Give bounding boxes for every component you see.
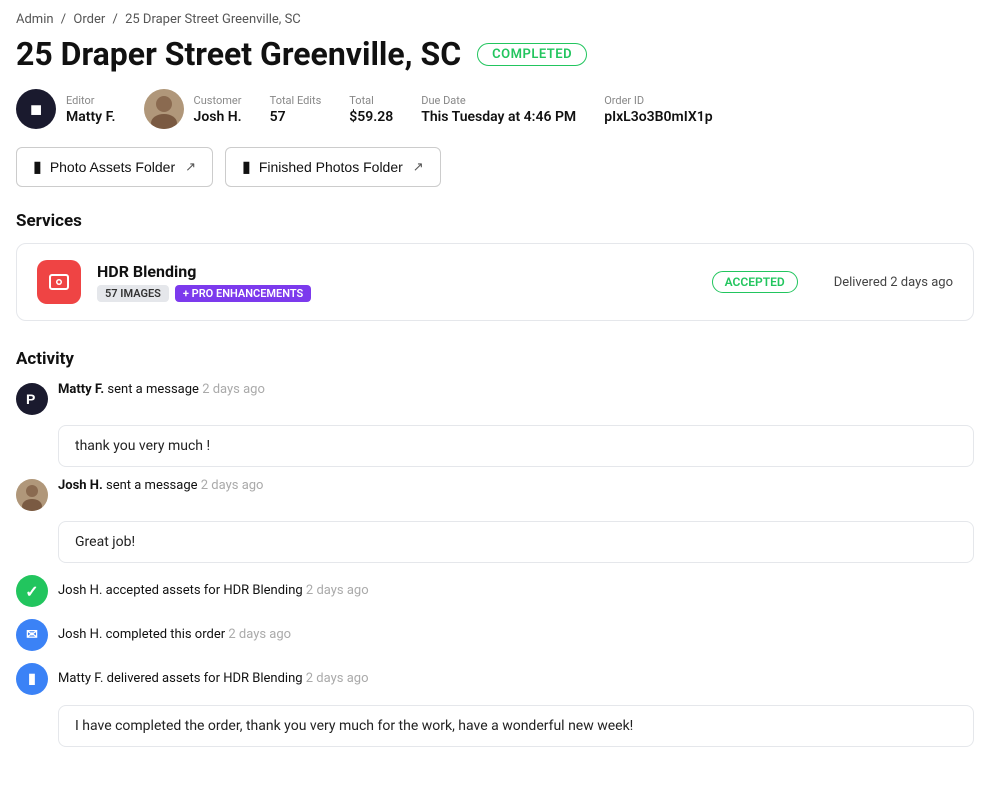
hdr-icon (47, 270, 71, 294)
activity-time-2b: 2 days ago (306, 583, 369, 598)
due-date-label: Due Date (421, 94, 576, 107)
order-id-value: pIxL3o3B0mIX1p (604, 109, 712, 125)
service-delivered-text: Delivered 2 days ago (834, 275, 953, 290)
deliver-icon: ▮ (28, 671, 36, 687)
folder-icon: ▮ (33, 157, 42, 177)
service-info: HDR Blending 57 IMAGES + PRO ENHANCEMENT… (97, 262, 696, 302)
total-edits-block: Total Edits 57 (270, 94, 322, 125)
message-bubble-4: I have completed the order, thank you ve… (58, 705, 974, 747)
activity-item-2: ✓ Josh H. accepted assets for HDR Blendi… (16, 573, 974, 607)
svg-text:P: P (26, 391, 35, 407)
customer-info: Customer Josh H. (194, 94, 242, 125)
activity-action-2: accepted assets for HDR Blending (106, 583, 303, 598)
status-badge: COMPLETED (477, 43, 587, 66)
tag-pro: + PRO ENHANCEMENTS (175, 285, 311, 302)
activity-text-4: Matty F. delivered assets for HDR Blendi… (58, 671, 369, 686)
activity-action-1: sent a message (106, 478, 198, 493)
services-section-title: Services (16, 211, 974, 231)
service-accepted-badge: ACCEPTED (712, 271, 798, 293)
external-link-icon-2: ↗ (413, 159, 424, 175)
services-card: HDR Blending 57 IMAGES + PRO ENHANCEMENT… (16, 243, 974, 321)
activity-sender-2: Josh H. (58, 583, 102, 598)
josh-avatar-1 (16, 479, 48, 511)
service-name: HDR Blending (97, 262, 696, 281)
green-check-avatar: ✓ (16, 575, 48, 607)
total-block: Total $59.28 (349, 94, 393, 125)
order-id-block: Order ID pIxL3o3B0mIX1p (604, 94, 712, 125)
total-label: Total (349, 94, 393, 107)
activity-action-4: delivered assets for HDR Blending (107, 671, 303, 686)
total-value: $59.28 (349, 109, 393, 125)
matty-avatar-1: P (16, 383, 48, 415)
p-logo-icon: P (21, 388, 43, 410)
activity-action-0: sent a message (107, 382, 199, 397)
breadcrumb: Admin / Order / 25 Draper Street Greenvi… (16, 12, 974, 27)
breadcrumb-order[interactable]: Order (73, 12, 105, 27)
tag-images: 57 IMAGES (97, 285, 169, 302)
josh-avatar-icon (16, 479, 48, 511)
editor-name: Matty F. (66, 109, 116, 125)
activity-time-3b: 2 days ago (228, 627, 291, 642)
activity-item-1: Josh H. sent a message 2 days ago (16, 477, 974, 511)
activity-item-0: P Matty F. sent a message 2 days ago (16, 381, 974, 415)
photo-assets-label: Photo Assets Folder (50, 159, 175, 175)
photo-assets-folder-button[interactable]: ▮ Photo Assets Folder ↗ (16, 147, 213, 187)
due-date-block: Due Date This Tuesday at 4:46 PM (421, 94, 576, 125)
activity-time-1: 2 days ago (201, 478, 264, 493)
activity-section-title: Activity (16, 349, 974, 369)
activity-text-3: Josh H. completed this order 2 days ago (58, 627, 291, 642)
editor-info: Editor Matty F. (66, 94, 116, 125)
customer-name: Josh H. (194, 109, 242, 125)
editor-label: Editor (66, 94, 116, 107)
activity-item-4: ▮ Matty F. delivered assets for HDR Blen… (16, 661, 974, 695)
folder-buttons: ▮ Photo Assets Folder ↗ ▮ Finished Photo… (16, 147, 974, 187)
breadcrumb-admin[interactable]: Admin (16, 12, 54, 27)
blue-msg-avatar: ✉ (16, 619, 48, 651)
checkmark-icon: ✓ (25, 582, 38, 601)
customer-label: Customer (194, 94, 242, 107)
activity-sender-4: Matty F. (58, 671, 103, 686)
customer-block: Customer Josh H. (144, 89, 242, 129)
total-edits-label: Total Edits (270, 94, 322, 107)
editor-block: ■ Editor Matty F. (16, 89, 116, 129)
order-id-label: Order ID (604, 94, 712, 107)
activity-meta-0: Matty F. sent a message 2 days ago (58, 381, 265, 397)
service-icon-box (37, 260, 81, 304)
activity-sender-0: Matty F. (58, 382, 104, 397)
editor-avatar: ■ (16, 89, 56, 129)
message-bubble-1: Great job! (58, 521, 974, 563)
meta-row: ■ Editor Matty F. Customer Josh H. Total… (16, 89, 974, 129)
activity-time-0: 2 days ago (202, 382, 265, 397)
message-icon: ✉ (26, 627, 38, 643)
customer-avatar (144, 89, 184, 129)
activity-time-4b: 2 days ago (306, 671, 369, 686)
total-edits-value: 57 (270, 109, 322, 125)
page-title: 25 Draper Street Greenville, SC (16, 35, 461, 73)
message-bubble-0: thank you very much ! (58, 425, 974, 467)
folder-icon-2: ▮ (242, 157, 251, 177)
blue-deliver-avatar: ▮ (16, 663, 48, 695)
activity-item-3: ✉ Josh H. completed this order 2 days ag… (16, 617, 974, 651)
activity-action-3: completed this order (106, 627, 226, 642)
breadcrumb-current: 25 Draper Street Greenville, SC (125, 12, 301, 27)
due-date-value: This Tuesday at 4:46 PM (421, 109, 576, 125)
activity-sender-3: Josh H. (58, 627, 102, 642)
activity-meta-1: Josh H. sent a message 2 days ago (58, 477, 263, 493)
activity-sender-1: Josh H. (58, 478, 103, 493)
activity-text-2: Josh H. accepted assets for HDR Blending… (58, 583, 369, 598)
finished-photos-folder-button[interactable]: ▮ Finished Photos Folder ↗ (225, 147, 441, 187)
service-tags: 57 IMAGES + PRO ENHANCEMENTS (97, 285, 696, 302)
external-link-icon: ↗ (185, 159, 196, 175)
page-title-row: 25 Draper Street Greenville, SC COMPLETE… (16, 35, 974, 73)
finished-photos-label: Finished Photos Folder (259, 159, 403, 175)
